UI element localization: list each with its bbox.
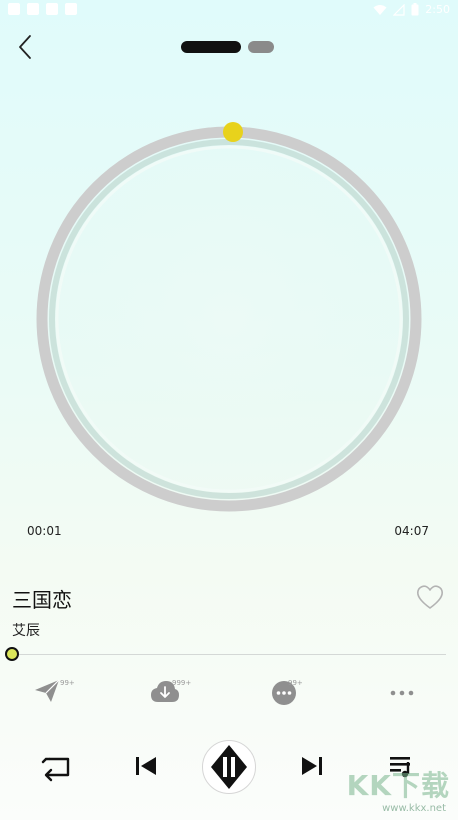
circular-progress[interactable]	[22, 118, 436, 532]
back-button[interactable]	[12, 32, 40, 62]
repeat-icon	[41, 757, 70, 782]
album-disc	[22, 118, 436, 532]
previous-icon	[136, 757, 156, 775]
notification-icon	[8, 3, 20, 15]
more-icon	[390, 690, 414, 696]
current-time: 00:01	[27, 524, 62, 538]
signal-icon	[393, 3, 405, 16]
page-indicator-inactive[interactable]	[248, 41, 274, 53]
chevron-left-icon	[19, 35, 31, 59]
progress-thumb[interactable]	[5, 647, 19, 661]
page-indicator[interactable]	[181, 41, 274, 53]
share-button[interactable]: 99+	[33, 678, 75, 712]
comment-button[interactable]: 99+	[270, 678, 310, 712]
status-bar: 2:50	[0, 0, 458, 22]
progress-knob[interactable]	[223, 122, 243, 142]
battery-icon	[411, 3, 419, 16]
share-badge: 99+	[60, 679, 75, 687]
more-button[interactable]	[388, 678, 428, 712]
notification-icons	[8, 3, 77, 15]
notification-icon	[27, 3, 39, 15]
wifi-icon	[373, 4, 387, 15]
download-button[interactable]: 999+	[150, 678, 192, 712]
favorite-button[interactable]	[415, 582, 445, 612]
comment-badge: 99+	[288, 679, 303, 687]
watermark-url: www.kkx.net	[382, 803, 446, 814]
heart-icon	[416, 585, 444, 609]
progress-track[interactable]	[13, 654, 446, 655]
system-icons: 2:50	[373, 3, 450, 16]
status-time: 2:50	[425, 3, 450, 16]
download-badge: 999+	[172, 679, 192, 687]
artist-name[interactable]: 艾辰	[12, 620, 40, 640]
song-title: 三国恋	[12, 588, 72, 612]
watermark-logo: KK下载	[346, 769, 450, 802]
previous-button[interactable]	[132, 750, 162, 790]
pause-icon	[211, 745, 247, 789]
play-pause-button[interactable]	[202, 740, 256, 794]
next-button[interactable]	[298, 750, 328, 790]
page-indicator-active[interactable]	[181, 41, 241, 53]
total-time: 04:07	[394, 524, 429, 538]
notification-icon	[46, 3, 58, 15]
repeat-button[interactable]	[38, 748, 78, 788]
notification-icon	[65, 3, 77, 15]
next-icon	[302, 757, 322, 775]
share-icon	[35, 679, 60, 702]
